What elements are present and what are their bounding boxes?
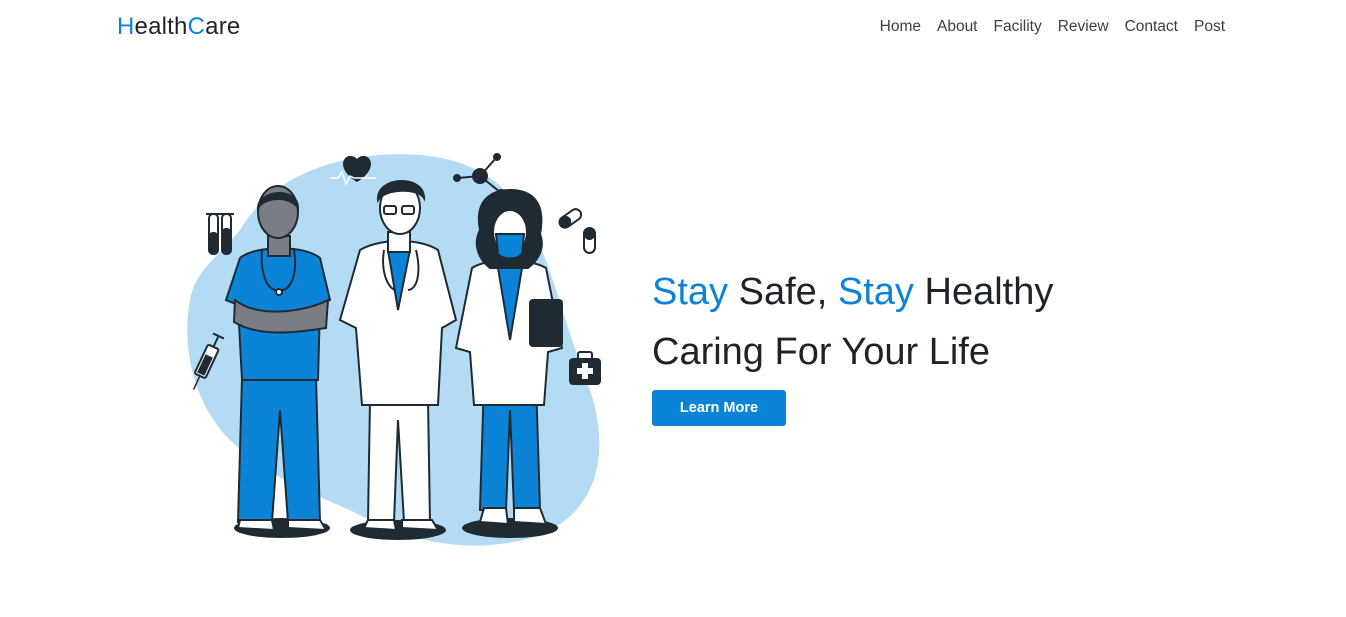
nav-item-review: Review (1058, 18, 1109, 36)
nav-link-facility[interactable]: Facility (994, 18, 1042, 35)
navbar: HealthCare Home About Facility Review Co… (0, 0, 1346, 56)
nav-item-home: Home (880, 18, 921, 36)
headline-word-safe: Safe, (728, 271, 838, 313)
learn-more-button[interactable]: Learn More (652, 390, 786, 426)
brand-text-are: are (205, 13, 241, 40)
nav-item-post: Post (1194, 18, 1225, 36)
nav-item-contact: Contact (1125, 18, 1178, 36)
hero-text: Stay Safe, Stay Healthy Caring For Your … (652, 262, 1172, 382)
nav-link-post[interactable]: Post (1194, 18, 1225, 35)
brand-initial-c: C (187, 13, 206, 40)
nav-item-facility: Facility (994, 18, 1042, 36)
brand-text-ealth: ealth (134, 13, 188, 40)
brand-initial-h: H (117, 13, 135, 40)
nav-item-about: About (937, 18, 978, 36)
headline-word-stay-1: Stay (652, 271, 729, 313)
brand-logo[interactable]: HealthCare (117, 13, 240, 41)
headline-word-healthy: Healthy (913, 271, 1054, 313)
hero-subheadline: Caring For Your Life (652, 331, 990, 373)
nav-link-home[interactable]: Home (880, 18, 921, 35)
headline-word-stay-2: Stay (837, 271, 914, 313)
nav-menu: Home About Facility Review Contact Post (880, 18, 1225, 36)
nav-link-review[interactable]: Review (1058, 18, 1109, 35)
doctors-illustration (187, 153, 601, 546)
capsule-icon (558, 208, 596, 254)
test-tubes-icon (206, 213, 234, 255)
nav-link-contact[interactable]: Contact (1125, 18, 1178, 35)
nav-link-about[interactable]: About (937, 18, 978, 35)
hero-headline: Stay Safe, Stay Healthy (652, 262, 1172, 322)
